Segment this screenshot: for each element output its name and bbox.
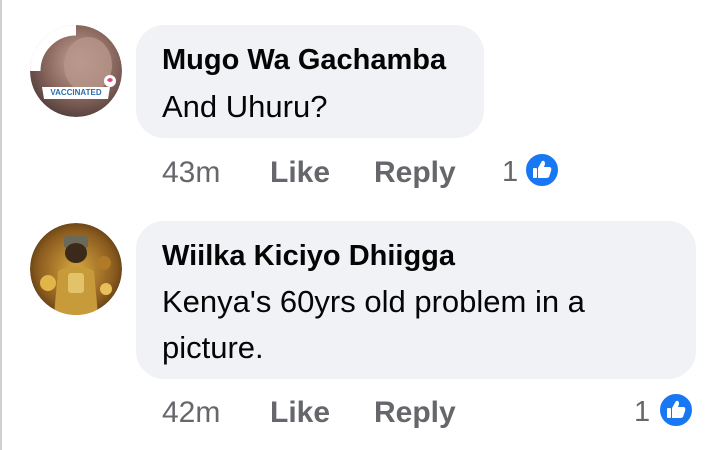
comment-timestamp[interactable]: 43m [162,156,220,190]
like-button[interactable]: Like [270,396,330,430]
comment-text: And Uhuru? [162,89,328,124]
like-button[interactable]: Like [270,156,330,190]
avatar[interactable] [30,223,122,315]
like-reaction-icon[interactable] [658,392,694,428]
avatar-badge-text: VACCINATED [50,88,101,97]
reaction-count[interactable]: 1 [502,156,518,189]
comment-author[interactable]: Mugo Wa Gachamba [162,44,446,77]
comments-panel: VACCINATED Mugo Wa Gachamba And Uhuru? 4… [0,0,720,450]
comment-text-line: picture. [162,330,264,365]
like-reaction-icon[interactable] [524,152,560,188]
reply-button[interactable]: Reply [374,396,456,430]
comment-text-line: Kenya's 60yrs old problem in a [162,284,585,319]
comment-author[interactable]: Wiilka Kiciyo Dhiigga [162,240,455,273]
avatar[interactable]: VACCINATED [30,25,122,117]
comment-timestamp[interactable]: 42m [162,396,220,430]
reply-button[interactable]: Reply [374,156,456,190]
reaction-count[interactable]: 1 [634,396,650,429]
